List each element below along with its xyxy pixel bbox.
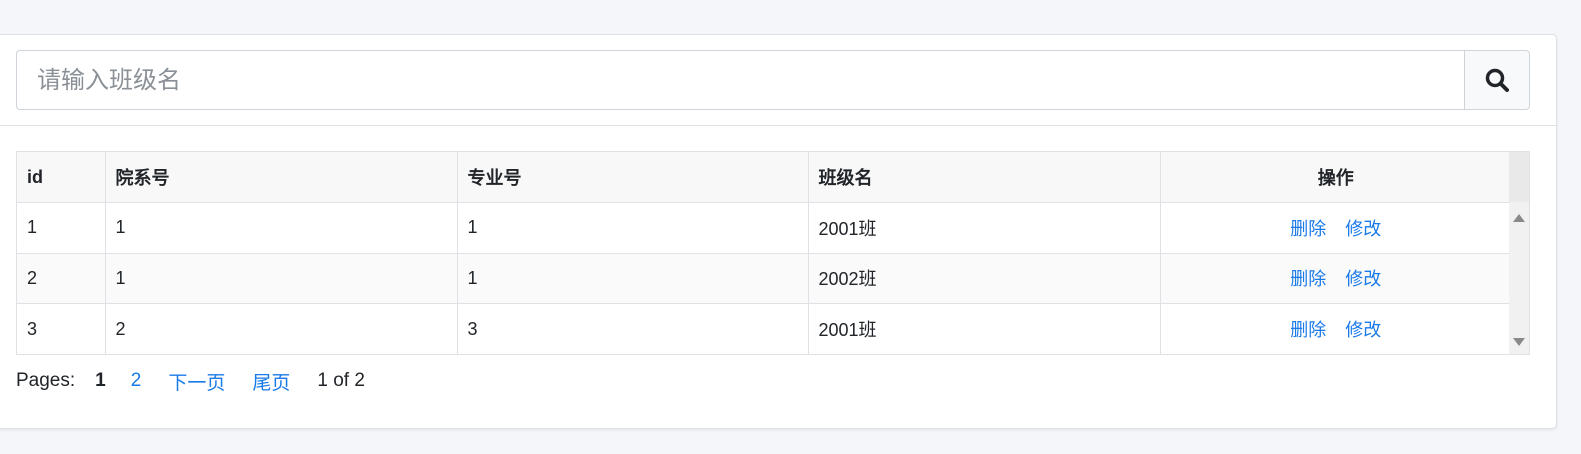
cell-actions: 删除 修改 [1160,253,1511,304]
cell-dept: 1 [105,202,458,254]
delete-link[interactable]: 删除 [1290,320,1326,340]
search-input[interactable] [16,50,1464,110]
cell-dept: 1 [105,253,458,304]
cell-id: 3 [17,303,106,354]
column-header-class-name: 班级名 [808,152,1161,203]
scroll-down-arrow-icon[interactable] [1513,338,1525,346]
scrollbar-header-cap [1509,152,1529,202]
table-row: 3 2 3 2001班 删除 修改 [17,303,1511,355]
search-button[interactable] [1464,50,1530,110]
class-table-container: id 院系号 专业号 班级名 操作 1 1 1 2001班 删除 修改 2 1 … [16,151,1530,355]
edit-link[interactable]: 修改 [1345,320,1381,340]
cell-actions: 删除 修改 [1160,304,1511,355]
cell-class-name: 2001班 [808,202,1161,254]
table-row: 2 1 1 2002班 删除 修改 [17,253,1511,304]
table-header-row: id 院系号 专业号 班级名 操作 [17,152,1511,203]
cell-class-name: 2001班 [808,303,1161,354]
pagination: Pages: 1 2 下一页 尾页 1 of 2 [16,367,365,395]
page-info: 1 of 2 [317,370,365,391]
cell-id: 1 [17,202,106,254]
edit-link[interactable]: 修改 [1345,269,1381,289]
last-page-link[interactable]: 尾页 [252,368,290,395]
delete-link[interactable]: 删除 [1290,269,1326,289]
current-page: 1 [95,370,106,391]
cell-major: 1 [457,253,809,304]
column-header-actions: 操作 [1160,152,1511,203]
cell-class-name: 2002班 [808,253,1161,304]
cell-dept: 2 [105,303,458,354]
scroll-up-arrow-icon[interactable] [1513,214,1525,222]
pagination-label: Pages: [16,370,76,391]
table-scrollbar[interactable] [1509,152,1529,354]
delete-link[interactable]: 删除 [1290,219,1326,239]
search-icon [1485,68,1509,92]
cell-id: 2 [17,253,106,304]
page-2-link[interactable]: 2 [131,370,142,392]
class-table: id 院系号 专业号 班级名 操作 1 1 1 2001班 删除 修改 2 1 … [17,152,1511,354]
column-header-id: id [17,152,106,203]
cell-actions: 删除 修改 [1160,202,1511,254]
edit-link[interactable]: 修改 [1345,219,1381,239]
column-header-dept: 院系号 [105,152,458,203]
search-group [16,50,1530,110]
cell-major: 3 [457,303,809,354]
next-page-link[interactable]: 下一页 [168,368,225,395]
class-list-card: id 院系号 专业号 班级名 操作 1 1 1 2001班 删除 修改 [0,34,1557,429]
table-row: 1 1 1 2001班 删除 修改 [17,202,1511,254]
column-header-major: 专业号 [457,152,809,203]
cell-major: 1 [457,202,809,254]
card-header [0,35,1556,126]
